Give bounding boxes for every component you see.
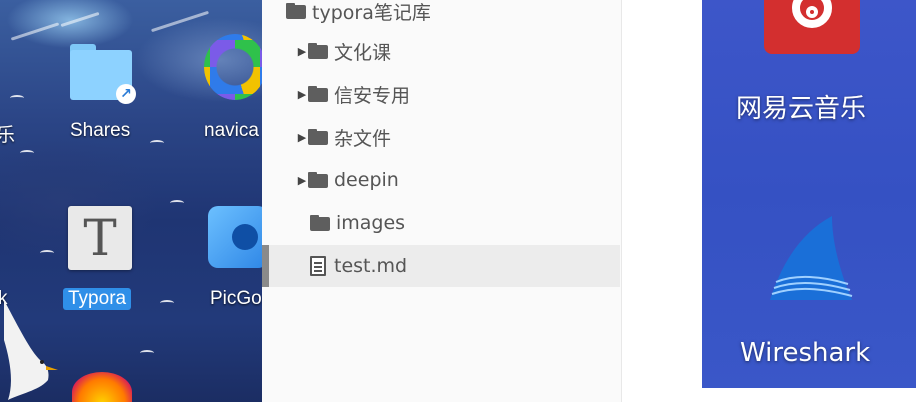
tree-item-label: 信安专用 [334, 84, 411, 107]
wallpaper-streak [151, 10, 209, 33]
shares-label[interactable]: Shares [70, 120, 130, 142]
folder-icon [310, 215, 330, 231]
wallpaper-streak [60, 11, 100, 28]
tree-item-label: 文化课 [334, 41, 392, 64]
folder-icon [308, 86, 328, 102]
bird-decoration [160, 300, 174, 306]
desktop-wallpaper: 乐 ↗ Shares navica T Typora PicGo k [0, 0, 262, 402]
bird-decoration [150, 140, 164, 146]
folder-icon [308, 129, 328, 145]
typora-label[interactable]: Typora [63, 288, 132, 310]
typora-file-tree: typora笔记库 ▶ 文化课 ▶ 信安专用 ▶ 杂文件 ▶ deepin im… [262, 0, 622, 402]
tree-item-label: deepin [334, 169, 399, 191]
bird-decoration [40, 250, 54, 256]
desktop-right: 网易云音乐 Wireshark [702, 0, 916, 388]
bird-decoration [10, 95, 24, 101]
seagull-decoration [4, 300, 58, 400]
bird-decoration [170, 200, 184, 206]
caret-right-icon[interactable]: ▶ [296, 131, 308, 144]
partial-desktop-label: 乐 [0, 125, 16, 146]
folder-icon [308, 43, 328, 59]
folder-icon [286, 3, 306, 19]
netease-music-icon[interactable] [764, 0, 860, 54]
tree-item-zawenjian[interactable]: ▶ 杂文件 [262, 116, 620, 158]
tree-root-folder[interactable]: typora笔记库 [262, 0, 620, 32]
picgo-icon[interactable] [208, 206, 262, 268]
netease-music-label[interactable]: 网易云音乐 [736, 88, 866, 125]
tree-item-xinan[interactable]: ▶ 信安专用 [262, 73, 620, 115]
caret-right-icon[interactable]: ▶ [296, 174, 308, 187]
typora-icon[interactable]: T [68, 206, 132, 270]
tree-item-label: images [336, 212, 406, 234]
bird-decoration [20, 150, 34, 156]
navicat-icon[interactable] [204, 34, 262, 100]
tree-item-wenhuake[interactable]: ▶ 文化课 [262, 30, 620, 72]
tree-item-images[interactable]: images [262, 202, 620, 244]
shortcut-arrow-icon: ↗ [116, 84, 136, 104]
tree-item-deepin[interactable]: ▶ deepin [262, 159, 620, 201]
picgo-label[interactable]: PicGo [210, 288, 262, 310]
file-icon [310, 256, 326, 276]
caret-right-icon[interactable]: ▶ [296, 45, 308, 58]
shares-folder-icon[interactable]: ↗ [70, 44, 136, 104]
wireshark-icon[interactable] [762, 212, 858, 312]
wireshark-label[interactable]: Wireshark [740, 338, 870, 368]
navicat-label[interactable]: navica [204, 120, 259, 142]
tree-item-label: test.md [334, 255, 408, 277]
tree-item-label: 杂文件 [334, 127, 392, 150]
caret-right-icon[interactable]: ▶ [296, 88, 308, 101]
bird-decoration [140, 350, 154, 356]
folder-icon [308, 172, 328, 188]
tree-item-label: typora笔记库 [312, 1, 431, 24]
app-icon-partial[interactable] [72, 372, 132, 402]
tree-item-test-md[interactable]: test.md [262, 245, 620, 287]
wallpaper-streak [10, 22, 60, 41]
